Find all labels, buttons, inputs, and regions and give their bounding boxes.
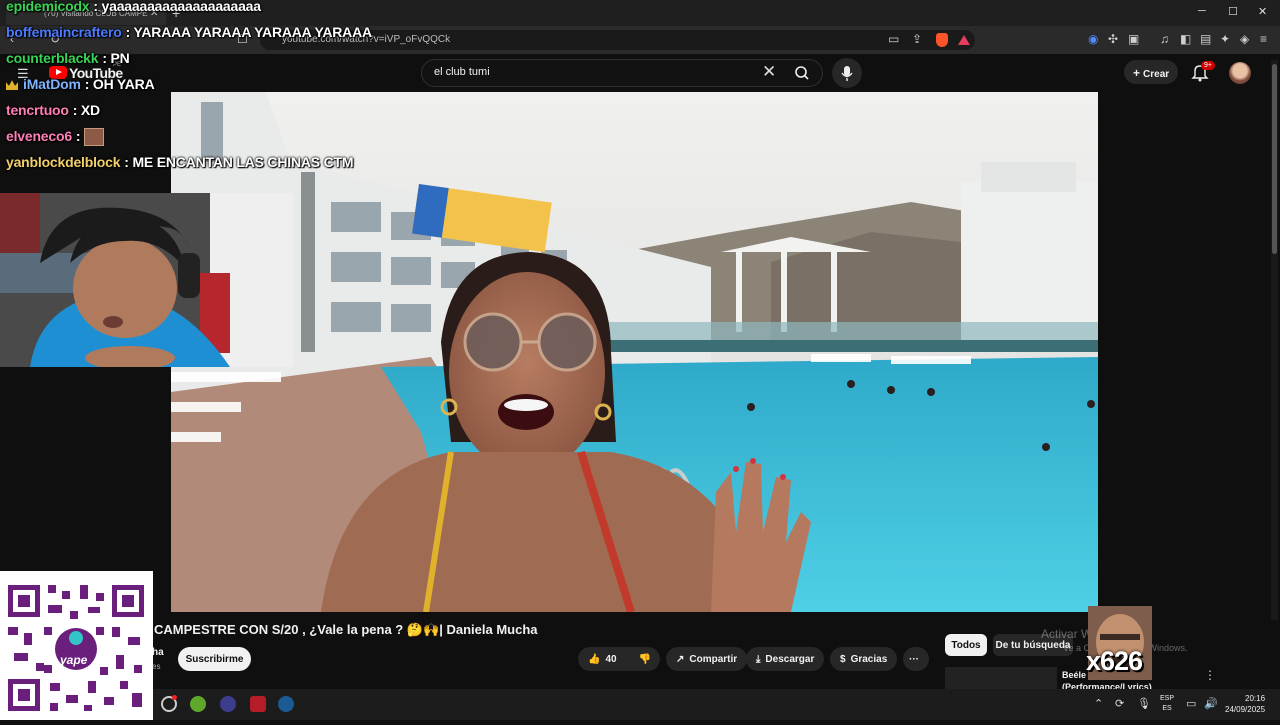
search-icon [795, 66, 809, 80]
tray-sync-icon[interactable]: ⟳ [1115, 697, 1124, 710]
subscriber-count: es [152, 662, 161, 671]
taskbar-clock[interactable]: 20:16 24/09/2025 [1225, 693, 1265, 715]
chat-message: iMatDom: OH YARA [6, 76, 155, 92]
chat-separator: : [75, 128, 85, 144]
filter-chip-all[interactable]: Todos [945, 634, 987, 656]
subscribe-button[interactable]: Suscribirme [178, 647, 251, 671]
chat-username: tencrtuoo [6, 102, 69, 118]
launcher-taskbar-icon[interactable] [250, 696, 266, 712]
account-avatar[interactable] [1229, 62, 1251, 84]
search-input[interactable]: el club tumi [434, 66, 490, 78]
chat-text: YARAAA YARAAA YARAAA YARAAA [133, 24, 373, 40]
extensions-icon[interactable]: ✣ [1108, 32, 1118, 46]
page-scrollbar-thumb[interactable] [1272, 64, 1277, 254]
reader-icon[interactable]: ▣ [1128, 32, 1139, 46]
share-page-icon[interactable]: ⇪ [912, 32, 922, 46]
chat-username: elveneco6 [6, 128, 72, 144]
create-label: Crear [1143, 69, 1170, 80]
like-dislike-group: 👍 40 👎 [578, 647, 660, 671]
yape-qr-code: yape [0, 571, 153, 720]
thumbs-up-icon[interactable]: 👍 [588, 654, 600, 665]
share-icon: ↗ [676, 653, 685, 665]
combo-counter: x626 [1086, 646, 1143, 676]
recommended-thumbnail[interactable] [945, 667, 1057, 689]
window-minimize-button[interactable]: ─ [1198, 5, 1206, 17]
channel-name[interactable]: ha [152, 647, 164, 658]
chat-username: epidemicodx [6, 0, 90, 14]
video-title: CAMPESTRE CON S/20 , ¿Vale la pena ? 🤔🙌|… [154, 622, 538, 637]
audio-icon[interactable]: ◉ [1088, 32, 1098, 46]
chat-username: boffemaincraftero [6, 24, 122, 40]
vpn-icon[interactable]: ◈ [1240, 32, 1249, 46]
webcam-feed [0, 193, 293, 367]
app-taskbar-icon[interactable] [220, 696, 236, 712]
steam-taskbar-icon[interactable] [278, 696, 294, 712]
plus-icon: + [1133, 66, 1141, 80]
crown-badge-icon [6, 80, 18, 91]
download-button[interactable]: ⤓ Descargar [746, 647, 825, 671]
webcam-overlay [0, 193, 293, 367]
create-button[interactable]: + Crear [1124, 60, 1178, 84]
recording-dot-icon [172, 695, 177, 700]
chat-text: PN [110, 50, 130, 66]
chat-separator: : [125, 24, 134, 40]
thanks-label: Gracias [850, 653, 888, 665]
windows-activation-title: Activar W [1041, 627, 1093, 641]
chat-message: counterblackk: PN [6, 50, 130, 66]
window-maximize-button[interactable]: ☐ [1228, 5, 1238, 18]
chat-separator: : [84, 76, 93, 92]
voice-search-button[interactable] [832, 58, 862, 88]
chat-text: ME ENCANTAN LAS CHINAS CTM [132, 154, 354, 170]
screen-icon[interactable]: ▭ [888, 32, 899, 46]
wallet-icon[interactable]: ▤ [1200, 32, 1211, 46]
thanks-button[interactable]: $ Gracias [830, 647, 898, 671]
chat-emote-icon [84, 128, 105, 147]
xbox-taskbar-icon[interactable] [190, 696, 206, 712]
sidebar-icon[interactable]: ◧ [1180, 32, 1191, 46]
more-actions-button[interactable]: ··· [903, 647, 929, 671]
menu-icon[interactable]: ≡ [1260, 32, 1267, 46]
tray-volume-icon[interactable]: 🔊 [1204, 697, 1218, 710]
chat-message: tencrtuoo: XD [6, 102, 100, 118]
window-close-button[interactable]: ✕ [1258, 5, 1267, 18]
like-count[interactable]: 40 [605, 654, 616, 665]
chat-message: yanblockdelblock: ME ENCANTAN LAS CHINAS… [6, 154, 354, 170]
chat-username: iMatDom [23, 76, 81, 92]
search-button[interactable] [784, 60, 822, 86]
chat-message: elveneco6: [6, 128, 105, 147]
recommended-more-icon[interactable]: ⋮ [1204, 668, 1216, 682]
chat-username: counterblackk [6, 50, 99, 66]
chat-username: yanblockdelblock [6, 154, 121, 170]
chat-message: boffemaincraftero: YARAAA YARAAA YARAAA … [6, 24, 372, 40]
chat-text: XD [80, 102, 100, 118]
tray-network-icon[interactable]: ▭ [1186, 697, 1196, 710]
music-icon[interactable]: ♫ [1160, 32, 1169, 46]
clear-search-icon[interactable]: ✕ [762, 62, 776, 82]
download-icon: ⤓ [756, 653, 761, 665]
tray-mic-icon[interactable]: 🎙 [1137, 697, 1151, 710]
brave-shield-icon[interactable] [936, 33, 948, 47]
qr-code-image [0, 571, 153, 720]
brave-rewards-icon[interactable] [958, 35, 970, 45]
stream-chat-overlay: epidemicodx: yaaaaaaaaaaaaaaaaaaaa boffem… [0, 0, 380, 175]
notification-badge: 9+ [1201, 61, 1215, 70]
tray-overflow-icon[interactable]: ⌃ [1094, 697, 1103, 710]
download-label: Descargar [765, 653, 815, 665]
leo-ai-icon[interactable]: ✦ [1220, 32, 1230, 46]
chat-message: epidemicodx: yaaaaaaaaaaaaaaaaaaaa [6, 0, 261, 14]
share-button[interactable]: ↗ Compartir [666, 647, 748, 671]
chat-text: OH YARA [92, 76, 155, 92]
thumbs-down-icon[interactable]: 👎 [639, 654, 651, 665]
share-label: Compartir [689, 653, 738, 665]
language-indicator[interactable]: ESP ES [1160, 694, 1174, 714]
super-thanks-icon: $ [840, 653, 846, 665]
microphone-icon [841, 66, 853, 81]
chat-separator: : [93, 0, 102, 14]
chat-separator: : [72, 102, 81, 118]
chat-text: yaaaaaaaaaaaaaaaaaaaa [101, 0, 262, 14]
yape-logo-text: yape [60, 653, 88, 667]
